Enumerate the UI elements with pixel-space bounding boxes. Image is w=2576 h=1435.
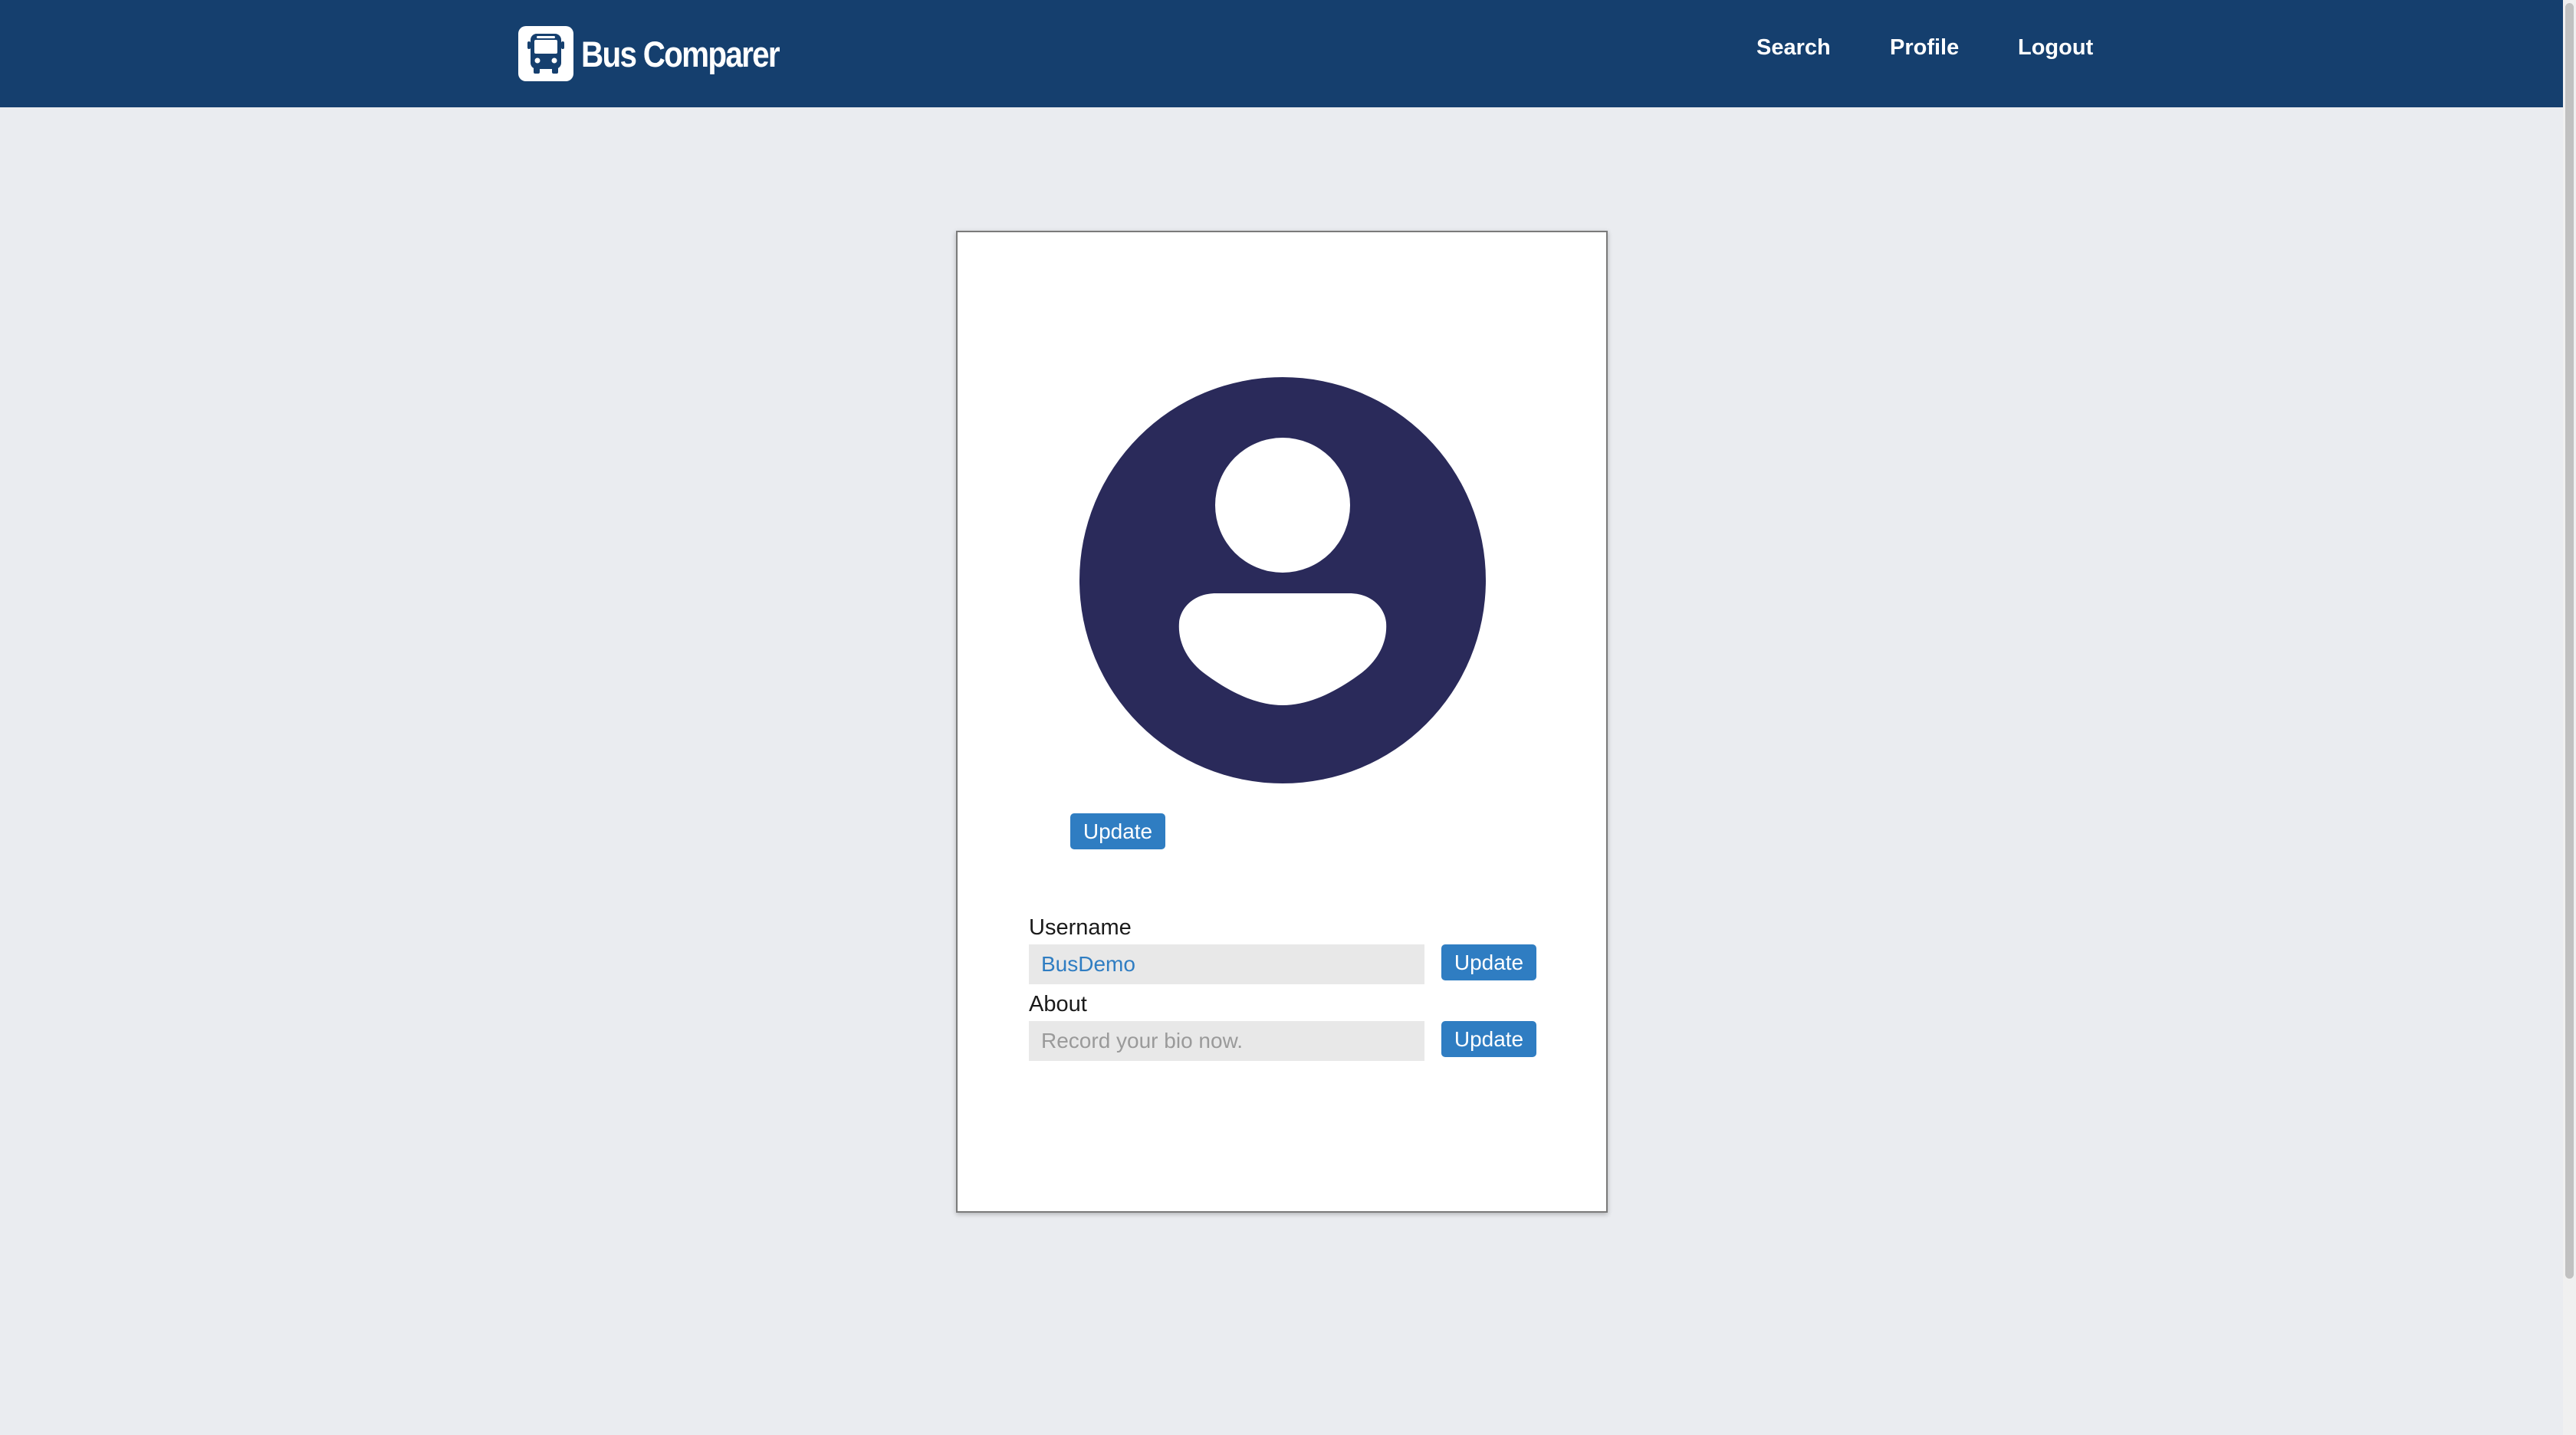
top-navbar: Bus Comparer Search Profile Logout (0, 0, 2563, 107)
username-field[interactable] (1029, 944, 1424, 984)
nav-profile-link[interactable]: Profile (1890, 35, 1959, 61)
nav-logout-link[interactable]: Logout (2018, 35, 2093, 61)
scrollbar-thumb[interactable] (2565, 3, 2574, 1279)
brand-name: Bus Comparer (581, 33, 780, 74)
about-field[interactable] (1029, 1021, 1424, 1061)
username-label: Username (1029, 915, 1132, 940)
username-update-button[interactable]: Update (1441, 944, 1536, 980)
nav-search-link[interactable]: Search (1756, 35, 1831, 61)
about-label: About (1029, 992, 1087, 1016)
bus-icon (518, 26, 573, 81)
page-scrollbar[interactable] (2563, 0, 2576, 1435)
brand-logo[interactable]: Bus Comparer (518, 26, 811, 81)
user-avatar-icon (1079, 377, 1486, 783)
avatar-update-button[interactable]: Update (1070, 813, 1165, 849)
about-update-button[interactable]: Update (1441, 1021, 1536, 1057)
